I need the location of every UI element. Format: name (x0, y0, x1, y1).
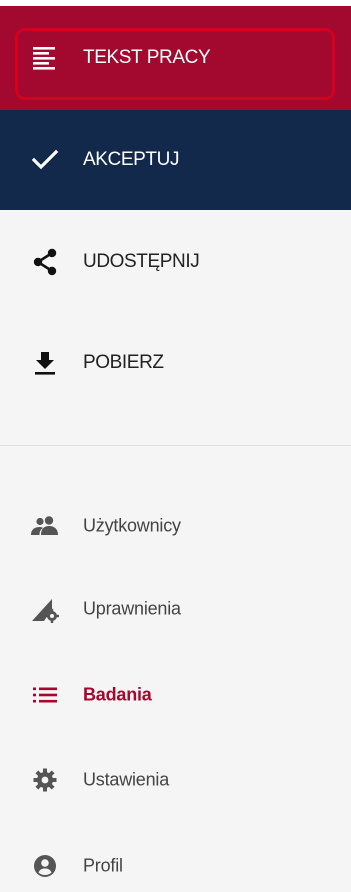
check-icon (30, 145, 60, 175)
download-icon (30, 348, 60, 378)
sidebar-item-settings[interactable]: Ustawienia (0, 757, 351, 803)
sidebar: TEKST PRACY AKCEPTUJ UDOSTĘPNIJ POBIERZ … (0, 0, 351, 892)
text-of-work-label: TEKST PRACY (83, 47, 211, 68)
sidebar-item-studies-label: Badania (83, 684, 152, 705)
accept-button[interactable]: AKCEPTUJ (0, 110, 351, 210)
download-button[interactable]: POBIERZ (0, 313, 351, 413)
text-lines-icon (30, 43, 60, 73)
sidebar-item-settings-label: Ustawienia (83, 769, 170, 790)
list-icon (30, 680, 60, 710)
divider (0, 445, 351, 446)
sidebar-item-users-label: Użytkownicy (83, 515, 181, 536)
sidebar-item-studies[interactable]: Badania (0, 672, 351, 718)
share-label: UDOSTĘPNIJ (83, 250, 200, 272)
sidebar-item-profile-label: Profil (83, 855, 123, 876)
sidebar-item-users[interactable]: Użytkownicy (0, 503, 351, 549)
share-button[interactable]: UDOSTĘPNIJ (0, 210, 351, 313)
people-icon (30, 511, 60, 541)
account-circle-icon (30, 851, 60, 881)
accept-label: AKCEPTUJ (83, 149, 180, 170)
gear-icon (30, 765, 60, 795)
sidebar-item-permissions-label: Uprawnienia (83, 598, 181, 619)
download-label: POBIERZ (83, 352, 164, 373)
sidebar-item-profile[interactable]: Profil (0, 843, 351, 889)
text-of-work-button[interactable]: TEKST PRACY (0, 6, 351, 110)
share-icon (30, 247, 60, 277)
sidebar-item-permissions[interactable]: Uprawnienia (0, 586, 351, 632)
signal-gear-icon (30, 594, 60, 624)
